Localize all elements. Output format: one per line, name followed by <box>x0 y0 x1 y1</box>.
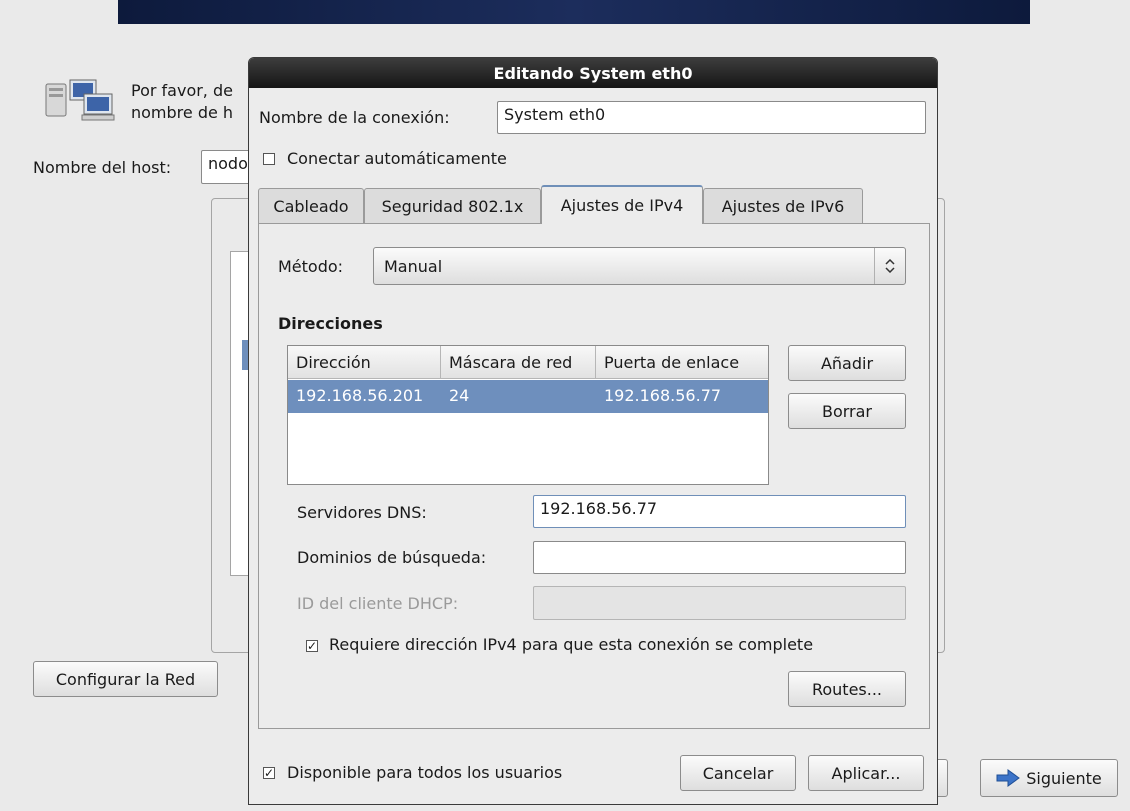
auto-connect-checkbox[interactable] <box>263 153 275 165</box>
arrow-right-icon <box>996 768 1021 788</box>
intro-text-line2: nombre de h <box>131 103 234 122</box>
search-domains-input[interactable] <box>533 541 906 574</box>
addresses-table[interactable]: Dirección Máscara de red Puerta de enlac… <box>287 345 769 485</box>
table-row[interactable]: 192.168.56.201 24 192.168.56.77 <box>288 380 768 413</box>
method-select[interactable]: Manual <box>373 247 906 285</box>
hostname-label: Nombre del host: <box>33 158 172 177</box>
auto-connect-label[interactable]: Conectar automáticamente <box>287 149 507 168</box>
next-button[interactable]: Siguiente <box>980 759 1118 797</box>
search-domains-label: Dominios de búsqueda: <box>297 548 487 567</box>
available-all-users-checkbox[interactable]: ✓ <box>263 767 275 779</box>
combo-arrows-icon <box>874 248 905 284</box>
tab-ipv6-settings[interactable]: Ajustes de IPv6 <box>703 188 863 223</box>
available-all-users-label[interactable]: Disponible para todos los usuarios <box>287 763 562 782</box>
method-label: Método: <box>278 257 344 276</box>
method-value: Manual <box>384 256 443 276</box>
dns-servers-label: Servidores DNS: <box>297 503 427 522</box>
add-address-button[interactable]: Añadir <box>788 345 906 381</box>
cell-gateway: 192.168.56.77 <box>604 386 722 405</box>
dns-servers-input[interactable]: 192.168.56.77 <box>533 495 906 528</box>
require-ipv4-checkbox[interactable]: ✓ <box>306 640 318 652</box>
connection-name-input[interactable]: System eth0 <box>497 101 926 134</box>
connection-name-label: Nombre de la conexión: <box>259 108 450 127</box>
dialog-title[interactable]: Editando System eth0 <box>249 58 937 88</box>
routes-button[interactable]: Routes... <box>788 671 906 707</box>
tab-8021x-security[interactable]: Seguridad 802.1x <box>364 188 541 223</box>
header-banner <box>118 0 1030 24</box>
tab-wired[interactable]: Cableado <box>258 188 364 223</box>
dhcp-client-id-label: ID del cliente DHCP: <box>297 594 459 613</box>
dhcp-client-id-input <box>533 586 906 620</box>
network-computers-icon <box>44 78 116 122</box>
configure-network-button[interactable]: Configurar la Red <box>33 661 218 697</box>
column-header-address[interactable]: Dirección <box>288 346 441 379</box>
delete-address-button[interactable]: Borrar <box>788 393 906 429</box>
next-button-label: Siguiente <box>1026 768 1102 788</box>
intro-text-line1: Por favor, de <box>131 81 233 100</box>
cell-address: 192.168.56.201 <box>296 386 424 405</box>
addresses-heading: Direcciones <box>278 314 383 333</box>
cancel-button[interactable]: Cancelar <box>680 755 796 791</box>
cell-netmask: 24 <box>449 386 470 405</box>
column-header-netmask[interactable]: Máscara de red <box>441 346 596 379</box>
edit-connection-dialog: Editando System eth0 Nombre de la conexi… <box>248 57 938 805</box>
require-ipv4-label[interactable]: Requiere dirección IPv4 para que esta co… <box>329 635 813 654</box>
apply-button[interactable]: Aplicar... <box>808 755 924 791</box>
tab-ipv4-settings[interactable]: Ajustes de IPv4 <box>541 185 703 224</box>
column-header-gateway[interactable]: Puerta de enlace <box>596 346 768 379</box>
